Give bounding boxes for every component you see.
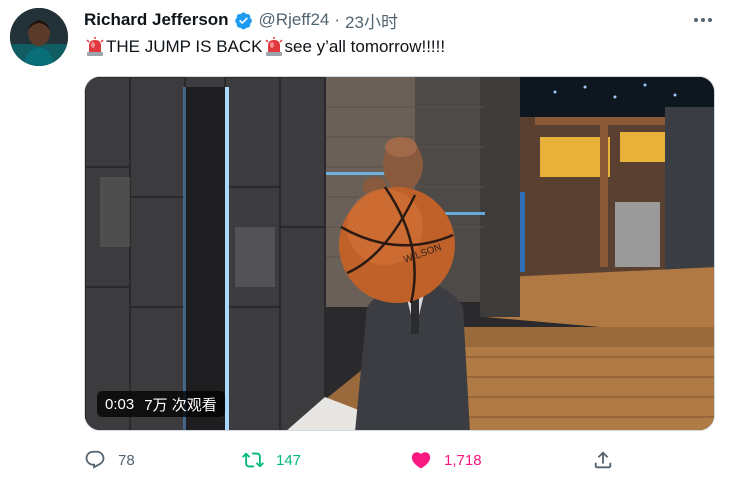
action-bar: 78 147 1,718 [84,446,724,474]
like-count: 1,718 [444,451,482,469]
tweet-text-part2: see y’all tomorrow!!!!! [284,37,446,56]
siren-emoji-icon [85,37,105,57]
video-info-badge: 0:03 7万 次观看 [97,391,225,417]
retweet-icon [242,452,264,468]
heart-icon [411,452,431,469]
video-player[interactable]: WILSON 0:03 7万 次观看 [84,76,715,431]
reply-count: 78 [118,451,135,469]
more-options-icon[interactable] [691,10,715,30]
timestamp[interactable]: 23小时 [345,8,398,33]
video-duration: 0:03 [105,395,135,413]
reply-icon [85,450,105,469]
avatar[interactable] [10,8,68,66]
separator-dot: · [334,10,341,29]
siren-emoji-icon [264,37,284,57]
tweet-text-part1: THE JUMP IS BACK [106,37,263,56]
tweet-header: Richard Jefferson @Rjeff24 · 23小时 [84,8,398,33]
tweet[interactable]: Richard Jefferson @Rjeff24 · 23小时 THE JU… [0,0,731,481]
video-frame: WILSON [85,77,714,430]
like-button[interactable]: 1,718 [410,446,482,474]
share-button[interactable] [592,446,614,474]
video-views: 7万 次观看 [144,396,217,414]
verified-badge-icon [234,11,253,30]
retweet-button[interactable]: 147 [242,446,301,474]
share-icon [594,451,612,469]
display-name[interactable]: Richard Jefferson [84,10,229,30]
reply-button[interactable]: 78 [84,446,135,474]
retweet-count: 147 [276,451,302,469]
tweet-text: THE JUMP IS BACK see y’all tomorrow!!!!! [84,36,445,58]
handle[interactable]: @Rjeff24 [259,10,330,30]
